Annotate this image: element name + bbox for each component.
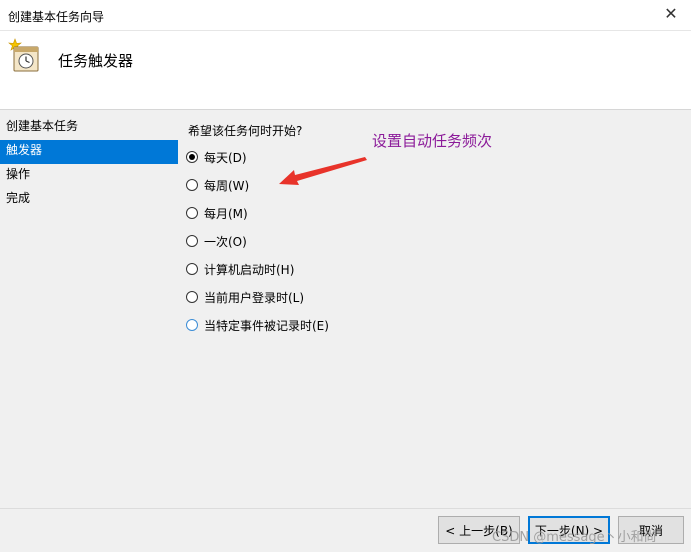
option-monthly[interactable]: 每月(M): [186, 203, 248, 223]
radio-button[interactable]: [186, 291, 198, 303]
option-label: 一次(O): [204, 234, 247, 249]
sidebar-item-action[interactable]: 操作: [0, 164, 178, 188]
option-label: 每周(W): [204, 178, 250, 193]
sidebar-item-finish[interactable]: 完成: [0, 188, 178, 212]
footer-divider: [0, 508, 691, 509]
trigger-options-panel: 希望该任务何时开始? 每天(D) 每周(W) 每月(M) 一次(O) 计算机启动…: [186, 118, 666, 448]
option-label: 计算机启动时(H): [204, 262, 295, 277]
option-user-logon[interactable]: 当前用户登录时(L): [186, 287, 304, 307]
option-label: 当特定事件被记录时(E): [204, 318, 329, 333]
sidebar-item-trigger[interactable]: 触发器: [0, 140, 178, 164]
wizard-header: 任务触发器: [0, 31, 691, 110]
window-title: 创建基本任务向导: [8, 10, 105, 24]
task-scheduler-icon: [8, 38, 39, 72]
radio-button[interactable]: [186, 151, 198, 163]
option-daily[interactable]: 每天(D): [186, 147, 247, 167]
option-label: 每天(D): [204, 150, 247, 165]
option-label: 每月(M): [204, 206, 248, 221]
watermark: CSDN @message丶小和尚: [492, 530, 657, 545]
option-label: 当前用户登录时(L): [204, 290, 305, 305]
annotation-arrow-icon: [279, 157, 367, 185]
sidebar-item-create-basic-task[interactable]: 创建基本任务: [0, 116, 178, 140]
radio-button[interactable]: [186, 179, 198, 191]
annotation-text: 设置自动任务频次: [372, 132, 493, 150]
title-bar: 创建基本任务向导 ✕: [0, 0, 691, 31]
radio-button[interactable]: [186, 263, 198, 275]
option-weekly[interactable]: 每周(W): [186, 175, 249, 195]
radio-button[interactable]: [186, 207, 198, 219]
close-icon[interactable]: ✕: [661, 4, 681, 24]
option-once[interactable]: 一次(O): [186, 231, 247, 251]
option-computer-startup[interactable]: 计算机启动时(H): [186, 259, 294, 279]
option-event-logged[interactable]: 当特定事件被记录时(E): [186, 315, 329, 335]
page-title: 任务触发器: [58, 52, 134, 70]
wizard-steps-sidebar: 创建基本任务 触发器 操作 完成: [0, 116, 178, 212]
radio-button[interactable]: [186, 319, 198, 331]
question-label: 希望该任务何时开始?: [188, 124, 303, 138]
radio-button[interactable]: [186, 235, 198, 247]
